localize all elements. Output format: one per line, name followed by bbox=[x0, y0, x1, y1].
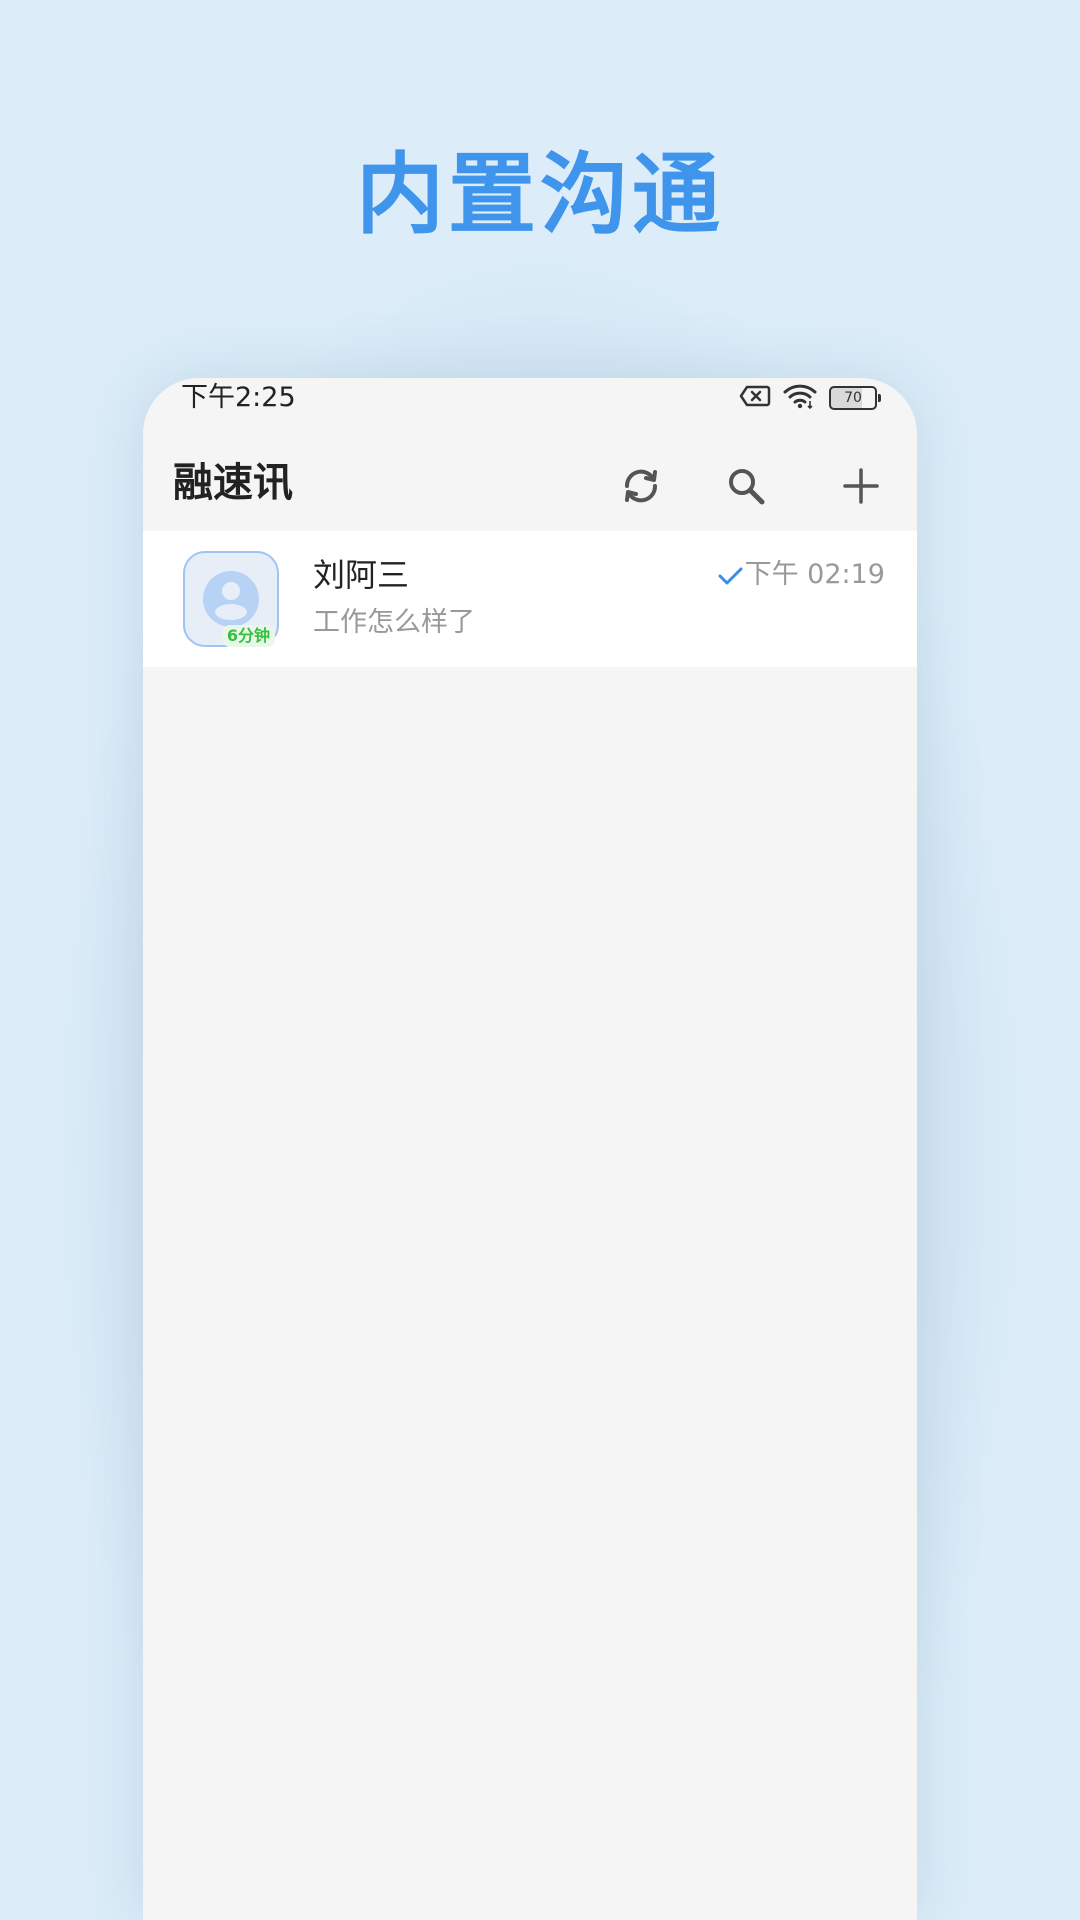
wifi-icon bbox=[783, 383, 817, 413]
sync-button[interactable] bbox=[613, 458, 669, 514]
phone-frame: 下午2:25 70 融速讯 6分钟 刘阿三 工作怎么样了 下午 02:19 bbox=[143, 378, 917, 1920]
search-button[interactable] bbox=[718, 458, 774, 514]
conversation-time: 下午 02:19 bbox=[744, 559, 885, 590]
add-button[interactable] bbox=[833, 458, 889, 514]
conversation-preview: 工作怎么样了 bbox=[313, 607, 475, 638]
conversation-name: 刘阿三 bbox=[313, 556, 410, 594]
battery-level: 70 bbox=[844, 390, 862, 406]
search-icon bbox=[729, 469, 765, 505]
status-icons: 70 bbox=[739, 382, 881, 414]
status-bar: 下午2:25 70 bbox=[143, 378, 917, 418]
headline: 内置沟通 bbox=[355, 143, 724, 246]
add-icon bbox=[843, 468, 879, 504]
app-title: 融速讯 bbox=[173, 460, 293, 506]
last-seen-badge: 6分钟 bbox=[221, 625, 275, 647]
conversation-list: 6分钟 刘阿三 工作怎么样了 下午 02:19 bbox=[143, 531, 917, 667]
conversation-item[interactable]: 6分钟 刘阿三 工作怎么样了 下午 02:19 bbox=[143, 531, 917, 667]
status-time: 下午2:25 bbox=[181, 382, 296, 413]
app-header: 融速讯 bbox=[143, 438, 917, 528]
sim-off-icon bbox=[739, 384, 771, 412]
avatar[interactable]: 6分钟 bbox=[183, 551, 279, 647]
battery-icon: 70 bbox=[829, 386, 881, 410]
read-check-icon bbox=[718, 567, 743, 585]
sync-icon bbox=[624, 469, 658, 503]
